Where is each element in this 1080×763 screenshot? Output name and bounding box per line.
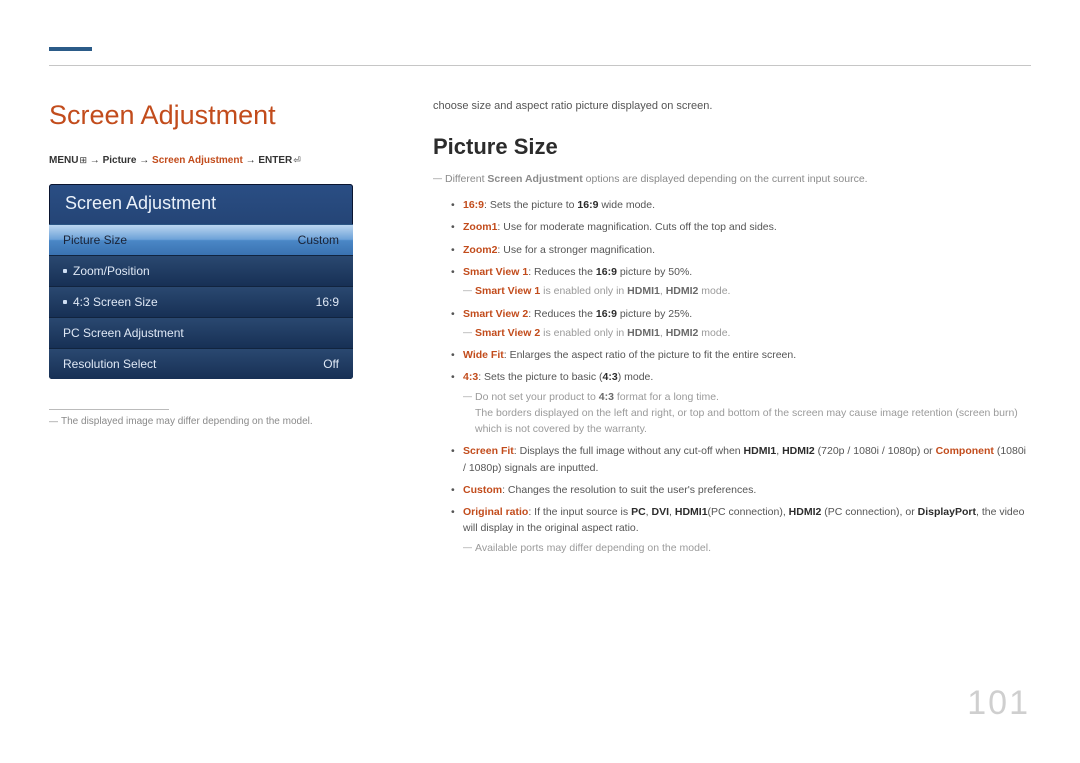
bullet-wide-fit: Wide Fit: Enlarges the aspect ratio of t…	[451, 347, 1031, 363]
menu-item-4-3-screen-size[interactable]: 4:3 Screen Size 16:9	[49, 286, 353, 317]
bc-enter: ENTER	[258, 155, 292, 166]
mi-value: Custom	[298, 233, 339, 247]
bullet-zoom2: Zoom2: Use for a stronger magnification.	[451, 242, 1031, 258]
mi-label: 4:3 Screen Size	[63, 295, 158, 309]
enter-icon: ⏎	[293, 155, 301, 166]
footnote-rule	[49, 409, 169, 410]
subhead-picture-size: Picture Size	[433, 134, 1031, 160]
dot-icon	[63, 269, 67, 273]
bullet-screen-fit: Screen Fit: Displays the full image with…	[451, 443, 1031, 476]
footnote: The displayed image may differ depending…	[49, 416, 353, 427]
osd-menu-header: Screen Adjustment	[49, 184, 353, 224]
bullet-original-ratio: Original ratio: If the input source is P…	[451, 504, 1031, 556]
subnote-43-b: The borders displayed on the left and ri…	[463, 405, 1031, 438]
page-marker	[49, 47, 92, 51]
menu-item-zoom-position[interactable]: Zoom/Position	[49, 255, 353, 286]
mi-label: PC Screen Adjustment	[63, 326, 184, 340]
menu-icon: ⊞	[79, 155, 87, 166]
page-number: 101	[967, 684, 1030, 723]
mi-value: Off	[323, 357, 339, 371]
bc-menu: MENU	[49, 155, 78, 166]
breadcrumb: MENU⊞ → Picture → Screen Adjustment → EN…	[49, 155, 353, 166]
mi-value: 16:9	[316, 295, 339, 309]
bullet-custom: Custom: Changes the resolution to suit t…	[451, 482, 1031, 498]
bullet-smart-view-1: Smart View 1: Reduces the 16:9 picture b…	[451, 264, 1031, 299]
bc-arrow-1: →	[90, 155, 100, 166]
bc-arrow-3: →	[246, 155, 256, 166]
intro-text: choose size and aspect ratio picture dis…	[433, 100, 1031, 112]
bullet-list: 16:9: Sets the picture to 16:9 wide mode…	[433, 197, 1031, 556]
menu-item-pc-screen-adjustment[interactable]: PC Screen Adjustment	[49, 317, 353, 348]
bc-picture: Picture	[103, 155, 137, 166]
menu-item-resolution-select[interactable]: Resolution Select Off	[49, 348, 353, 379]
subnote-sv2: Smart View 2 is enabled only in HDMI1, H…	[463, 326, 1031, 341]
bullet-zoom1: Zoom1: Use for moderate magnification. C…	[451, 219, 1031, 235]
bc-arrow-2: →	[139, 155, 149, 166]
mi-label: Resolution Select	[63, 357, 156, 371]
section-title: Screen Adjustment	[49, 100, 353, 131]
subnote-ports: Available ports may differ depending on …	[463, 541, 1031, 556]
osd-menu-panel: Screen Adjustment Picture Size Custom Zo…	[49, 184, 353, 379]
dot-icon	[63, 300, 67, 304]
subnote-43-a: Do not set your product to 4:3 format fo…	[463, 390, 1031, 405]
bullet-16-9: 16:9: Sets the picture to 16:9 wide mode…	[451, 197, 1031, 213]
top-rule	[49, 65, 1031, 66]
subnote-sv1: Smart View 1 is enabled only in HDMI1, H…	[463, 284, 1031, 299]
menu-item-picture-size[interactable]: Picture Size Custom	[49, 224, 353, 255]
bullet-4-3: 4:3: Sets the picture to basic (4:3) mod…	[451, 369, 1031, 437]
mi-label: Picture Size	[63, 233, 127, 247]
bc-screen-adjustment: Screen Adjustment	[152, 155, 243, 166]
note-different-options: Different Screen Adjustment options are …	[433, 172, 1031, 187]
mi-label: Zoom/Position	[63, 264, 150, 278]
bullet-smart-view-2: Smart View 2: Reduces the 16:9 picture b…	[451, 306, 1031, 341]
